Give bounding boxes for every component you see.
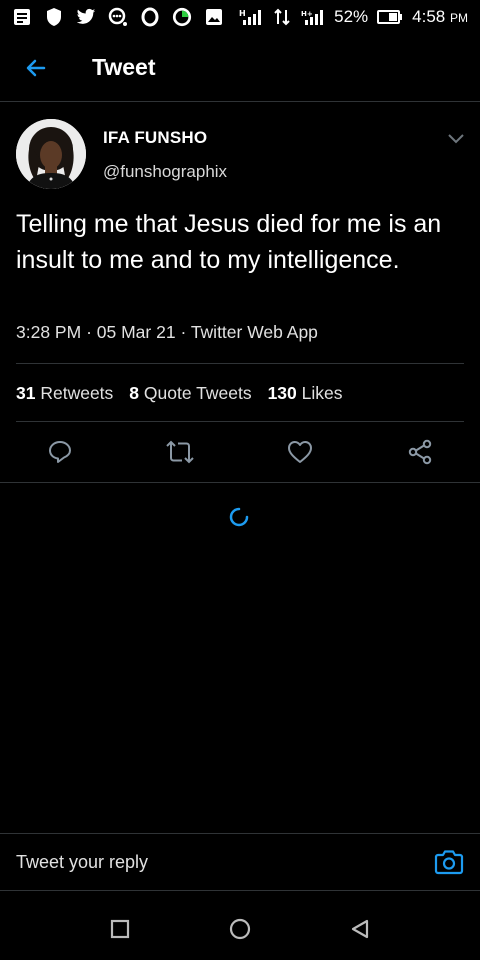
svg-text:H+: H+ — [301, 10, 313, 18]
author-name[interactable]: IFA FUNSHO — [103, 128, 207, 148]
meta-separator: · — [180, 322, 187, 342]
chevron-down-icon — [448, 134, 464, 144]
circle-icon — [229, 918, 251, 940]
camera-icon — [434, 850, 464, 875]
svg-text:H: H — [239, 9, 246, 18]
twitter-bird-icon — [76, 7, 96, 27]
retweet-button[interactable] — [165, 437, 195, 467]
divider — [16, 363, 464, 364]
notes-icon — [12, 7, 32, 27]
meta-separator: · — [86, 322, 92, 342]
heart-icon — [288, 441, 312, 463]
reply-button[interactable] — [45, 437, 75, 467]
data-transfer-icon — [272, 7, 292, 27]
likes-stat[interactable]: 130 Likes — [268, 383, 343, 404]
gallery-icon — [204, 7, 224, 27]
share-button[interactable] — [405, 437, 435, 467]
share-icon — [408, 439, 432, 465]
signal-h-icon: H — [239, 7, 263, 27]
author-row: IFA FUNSHO @funshographix — [0, 103, 480, 193]
top-app-bar: Tweet — [0, 34, 480, 102]
back-nav-button[interactable] — [347, 916, 373, 942]
like-button[interactable] — [285, 437, 315, 467]
author-handle[interactable]: @funshographix — [103, 162, 227, 182]
tweet-date: 05 Mar 21 — [96, 322, 176, 342]
page-title: Tweet — [92, 54, 156, 80]
triangle-back-icon — [351, 919, 369, 939]
shield-icon — [44, 7, 64, 27]
loading-spinner-icon — [228, 506, 250, 528]
tweet-actions — [0, 421, 480, 483]
recents-button[interactable] — [107, 916, 133, 942]
home-button[interactable] — [227, 916, 253, 942]
tweet-source[interactable]: Twitter Web App — [191, 322, 318, 342]
retweets-stat[interactable]: 31 Retweets — [16, 383, 113, 404]
circle-status-icon — [172, 7, 192, 27]
system-nav-bar — [0, 896, 480, 960]
signal-hplus-icon: H+ — [301, 7, 325, 27]
engagement-stats: 31 Retweets 8 Quote Tweets 130 Likes — [16, 383, 343, 404]
tweet-detail: IFA FUNSHO @funshographix Telling me tha… — [0, 103, 480, 483]
reply-bar: Tweet your reply — [0, 833, 480, 891]
avatar[interactable] — [16, 119, 86, 189]
reply-input[interactable]: Tweet your reply — [16, 834, 148, 890]
arrow-left-icon — [26, 59, 46, 76]
square-icon — [110, 919, 130, 939]
tweet-meta: 3:28 PM · 05 Mar 21 · Twitter Web App — [16, 322, 318, 343]
quote-tweets-stat[interactable]: 8 Quote Tweets — [129, 383, 251, 404]
camera-button[interactable] — [434, 848, 464, 878]
battery-percent: 52% — [334, 7, 369, 26]
tweet-time: 3:28 PM — [16, 322, 82, 342]
opera-icon — [140, 7, 160, 27]
clock: 4:58 PM — [412, 7, 468, 26]
reply-icon — [49, 441, 71, 463]
tweet-text: Telling me that Jesus died for me is an … — [16, 210, 442, 274]
more-options-button[interactable] — [446, 131, 466, 147]
back-button[interactable] — [0, 34, 72, 102]
chat-bubble-icon — [108, 7, 128, 27]
status-bar: H H+ 52% 4:58 PM — [0, 0, 480, 34]
retweet-icon — [166, 440, 194, 464]
battery-icon — [377, 7, 403, 27]
